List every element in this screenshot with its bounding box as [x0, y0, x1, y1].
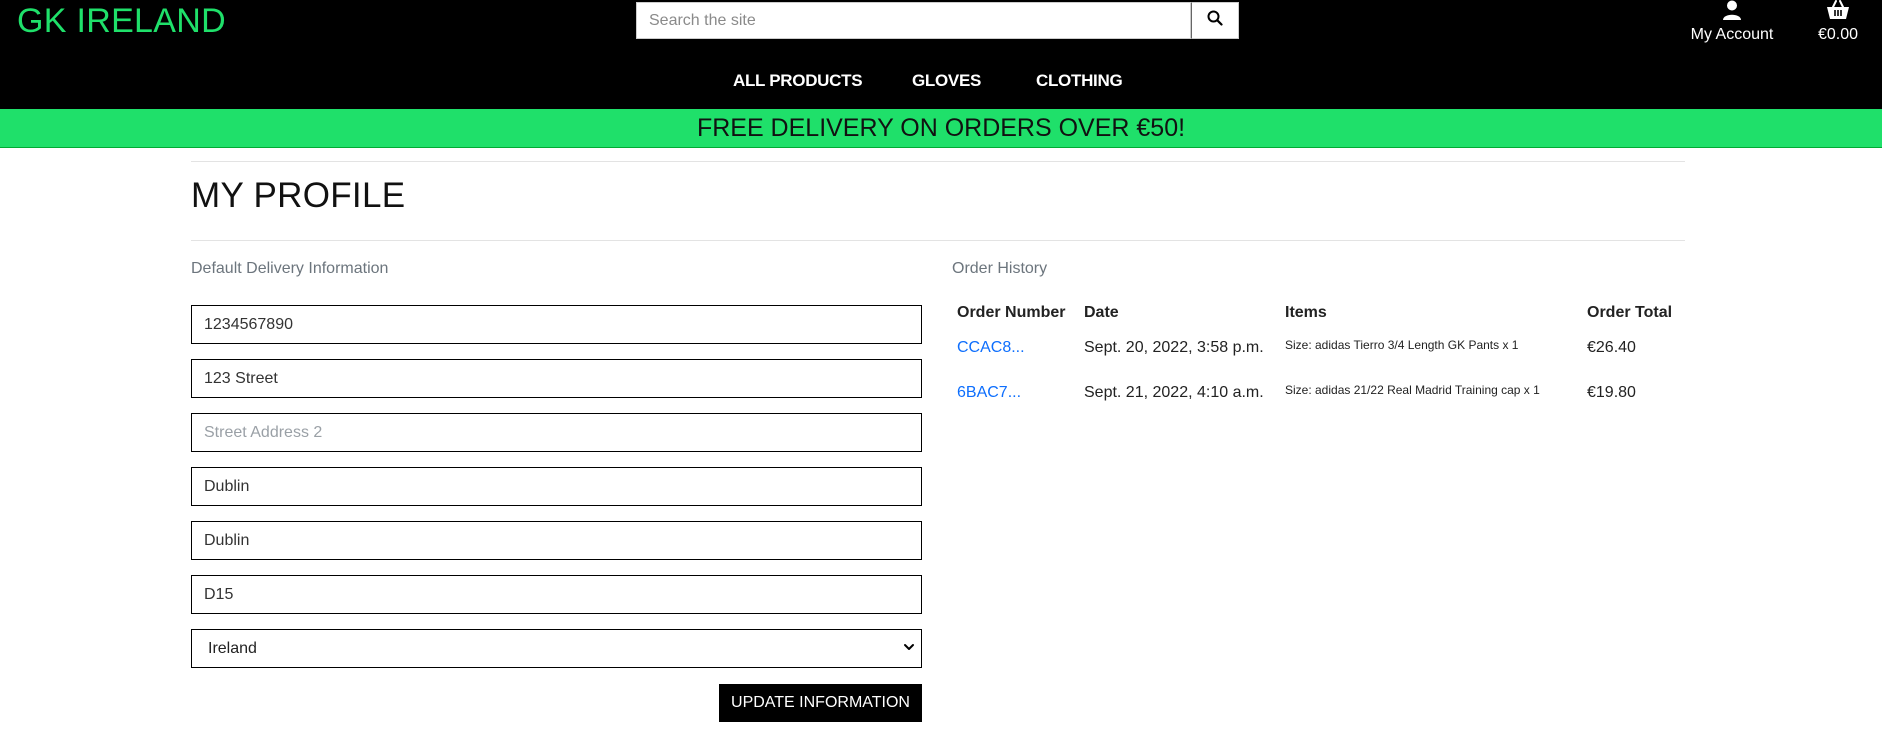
- column-header: Items: [1285, 304, 1327, 321]
- town-city-field[interactable]: [191, 467, 922, 506]
- my-account-link[interactable]: My Account: [1685, 0, 1779, 44]
- order-total: €26.40: [1587, 339, 1636, 356]
- street-address-2-field[interactable]: [191, 413, 922, 452]
- my-account-label: My Account: [1690, 26, 1774, 43]
- search-icon: [1207, 10, 1223, 31]
- order-history-heading: Order History: [952, 260, 1048, 277]
- county-field[interactable]: [191, 521, 922, 560]
- order-total: €19.80: [1587, 384, 1636, 401]
- column-header: Order Number: [957, 304, 1066, 321]
- column-header: Order Total: [1587, 304, 1673, 321]
- divider: [191, 161, 1685, 162]
- nav-gloves[interactable]: GLOVES: [912, 71, 981, 91]
- user-icon: [1722, 0, 1742, 24]
- order-number-link[interactable]: 6BAC7...: [957, 384, 1021, 402]
- order-number-link[interactable]: CCAC8...: [957, 339, 1025, 357]
- delivery-info-heading: Default Delivery Information: [191, 260, 389, 277]
- search-button[interactable]: [1191, 2, 1239, 39]
- order-items: Size: adidas 21/22 Real Madrid Training …: [1285, 383, 1540, 397]
- phone-number-field[interactable]: [191, 305, 922, 344]
- page-title: MY PROFILE: [191, 176, 406, 215]
- order-date: Sept. 20, 2022, 3:58 p.m.: [1084, 339, 1264, 356]
- street-address-1-field[interactable]: [191, 359, 922, 398]
- top-header: GK IRELAND My Account €0.00 ALL PRODUCTS…: [0, 0, 1882, 109]
- chevron-down-icon: [903, 640, 915, 658]
- country-selected-value: Ireland: [208, 639, 257, 657]
- divider: [191, 240, 1685, 241]
- shopping-cart-link[interactable]: €0.00: [1810, 0, 1866, 44]
- update-information-button[interactable]: UPDATE INFORMATION: [719, 684, 922, 722]
- delivery-banner: FREE DELIVERY ON ORDERS OVER €50!: [0, 109, 1882, 148]
- column-header: Date: [1084, 304, 1119, 321]
- order-items: Size: adidas Tierro 3/4 Length GK Pants …: [1285, 338, 1519, 352]
- search-bar: [636, 2, 1239, 39]
- order-date: Sept. 21, 2022, 4:10 a.m.: [1084, 384, 1264, 401]
- country-select[interactable]: Ireland: [191, 629, 922, 668]
- nav-all-products[interactable]: ALL PRODUCTS: [733, 71, 863, 91]
- nav-clothing[interactable]: CLOTHING: [1036, 71, 1123, 91]
- postcode-field[interactable]: [191, 575, 922, 614]
- site-logo[interactable]: GK IRELAND: [17, 2, 226, 41]
- shopping-basket-icon: [1826, 0, 1850, 24]
- cart-total: €0.00: [1817, 26, 1859, 43]
- search-input[interactable]: [636, 2, 1191, 39]
